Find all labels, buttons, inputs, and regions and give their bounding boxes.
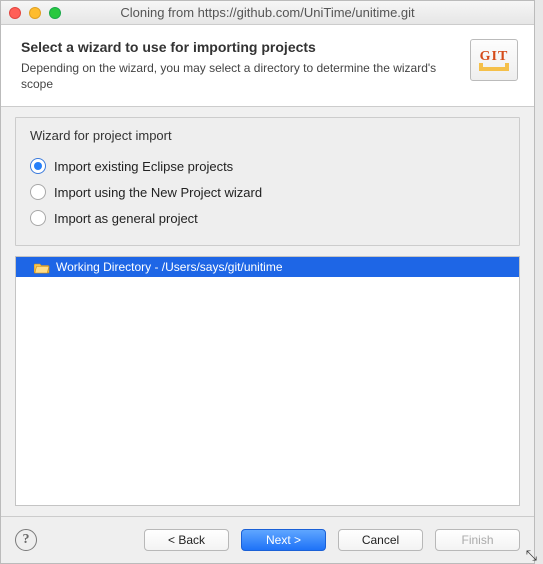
button-label: Cancel: [362, 533, 399, 547]
dialog-header: Select a wizard to use for importing pro…: [1, 25, 534, 107]
resize-handle-icon[interactable]: ⤡: [526, 547, 537, 564]
tree-row-label: Working Directory - /Users/says/git/unit…: [56, 260, 283, 274]
help-icon: ?: [23, 532, 30, 548]
radio-import-existing[interactable]: Import existing Eclipse projects: [30, 153, 505, 179]
radio-button-icon: [30, 184, 46, 200]
window-title: Cloning from https://github.com/UniTime/…: [1, 5, 534, 20]
button-label: < Back: [168, 533, 205, 547]
wizard-group: Wizard for project import Import existin…: [15, 117, 520, 246]
radio-label: Import as general project: [54, 211, 198, 226]
git-icon: GIT: [470, 39, 518, 81]
git-icon-decoration: [479, 67, 509, 71]
header-text-block: Select a wizard to use for importing pro…: [21, 39, 460, 92]
radio-button-icon: [30, 210, 46, 226]
button-label: Next >: [266, 533, 301, 547]
dialog-content: Wizard for project import Import existin…: [1, 107, 534, 516]
radio-label: Import using the New Project wizard: [54, 185, 262, 200]
radio-new-project-wizard[interactable]: Import using the New Project wizard: [30, 179, 505, 205]
header-heading: Select a wizard to use for importing pro…: [21, 39, 460, 55]
radio-general-project[interactable]: Import as general project: [30, 205, 505, 231]
wizard-group-title: Wizard for project import: [30, 128, 505, 143]
dialog-window: Cloning from https://github.com/UniTime/…: [0, 0, 535, 564]
dialog-footer: ? < Back Next > Cancel Finish: [1, 516, 534, 563]
minimize-window-button[interactable]: [29, 7, 41, 19]
back-button[interactable]: < Back: [144, 529, 229, 551]
traffic-lights: [9, 7, 61, 19]
tree-row-working-directory[interactable]: Working Directory - /Users/says/git/unit…: [16, 257, 519, 277]
radio-label: Import existing Eclipse projects: [54, 159, 233, 174]
next-button[interactable]: Next >: [241, 529, 326, 551]
finish-button: Finish: [435, 529, 520, 551]
cancel-button[interactable]: Cancel: [338, 529, 423, 551]
header-subtext: Depending on the wizard, you may select …: [21, 61, 460, 92]
folder-open-icon: [34, 261, 50, 274]
zoom-window-button[interactable]: [49, 7, 61, 19]
button-label: Finish: [461, 533, 493, 547]
radio-button-icon: [30, 158, 46, 174]
directory-tree[interactable]: Working Directory - /Users/says/git/unit…: [15, 256, 520, 506]
titlebar: Cloning from https://github.com/UniTime/…: [1, 1, 534, 25]
help-button[interactable]: ?: [15, 529, 37, 551]
close-window-button[interactable]: [9, 7, 21, 19]
